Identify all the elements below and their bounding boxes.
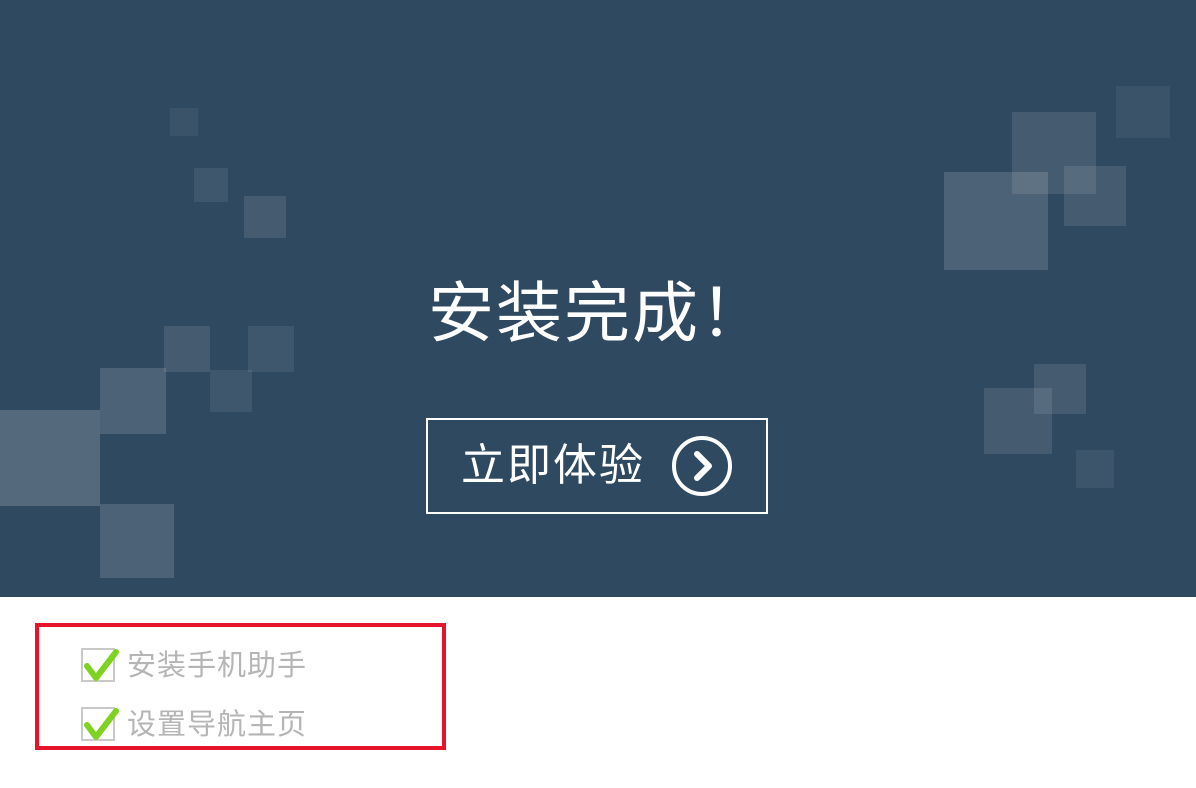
checkmark-icon — [84, 708, 119, 740]
decorative-square — [170, 108, 198, 136]
option-label: 安装手机助手 — [127, 648, 308, 682]
option-label: 设置导航主页 — [127, 707, 308, 741]
checkmark-icon — [84, 649, 119, 681]
decorative-square — [194, 168, 228, 202]
decorative-square — [0, 410, 100, 506]
decorative-square — [944, 172, 1048, 270]
try-now-label: 立即体验 — [461, 440, 645, 491]
decorative-square — [244, 196, 286, 238]
checkbox-set-nav-homepage[interactable] — [81, 707, 119, 741]
install-complete-banner: 安装完成！ 立即体验 — [0, 0, 1196, 597]
decorative-square — [210, 370, 252, 412]
install-complete-title: 安装完成！ — [428, 275, 768, 352]
decorative-square — [100, 368, 166, 434]
try-now-button[interactable]: 立即体验 — [426, 418, 768, 514]
decorative-square — [1116, 86, 1170, 138]
checkbox-install-phone-assistant[interactable] — [81, 648, 119, 682]
install-options-panel: 安装手机助手 设置导航主页 — [35, 623, 446, 750]
decorative-square — [1064, 166, 1126, 226]
option-set-nav-homepage[interactable]: 设置导航主页 — [81, 706, 307, 742]
decorative-square — [100, 504, 174, 578]
option-install-phone-assistant[interactable]: 安装手机助手 — [81, 647, 307, 683]
decorative-square — [984, 388, 1052, 454]
decorative-square — [1076, 450, 1114, 488]
chevron-right-circle-icon — [672, 436, 732, 496]
